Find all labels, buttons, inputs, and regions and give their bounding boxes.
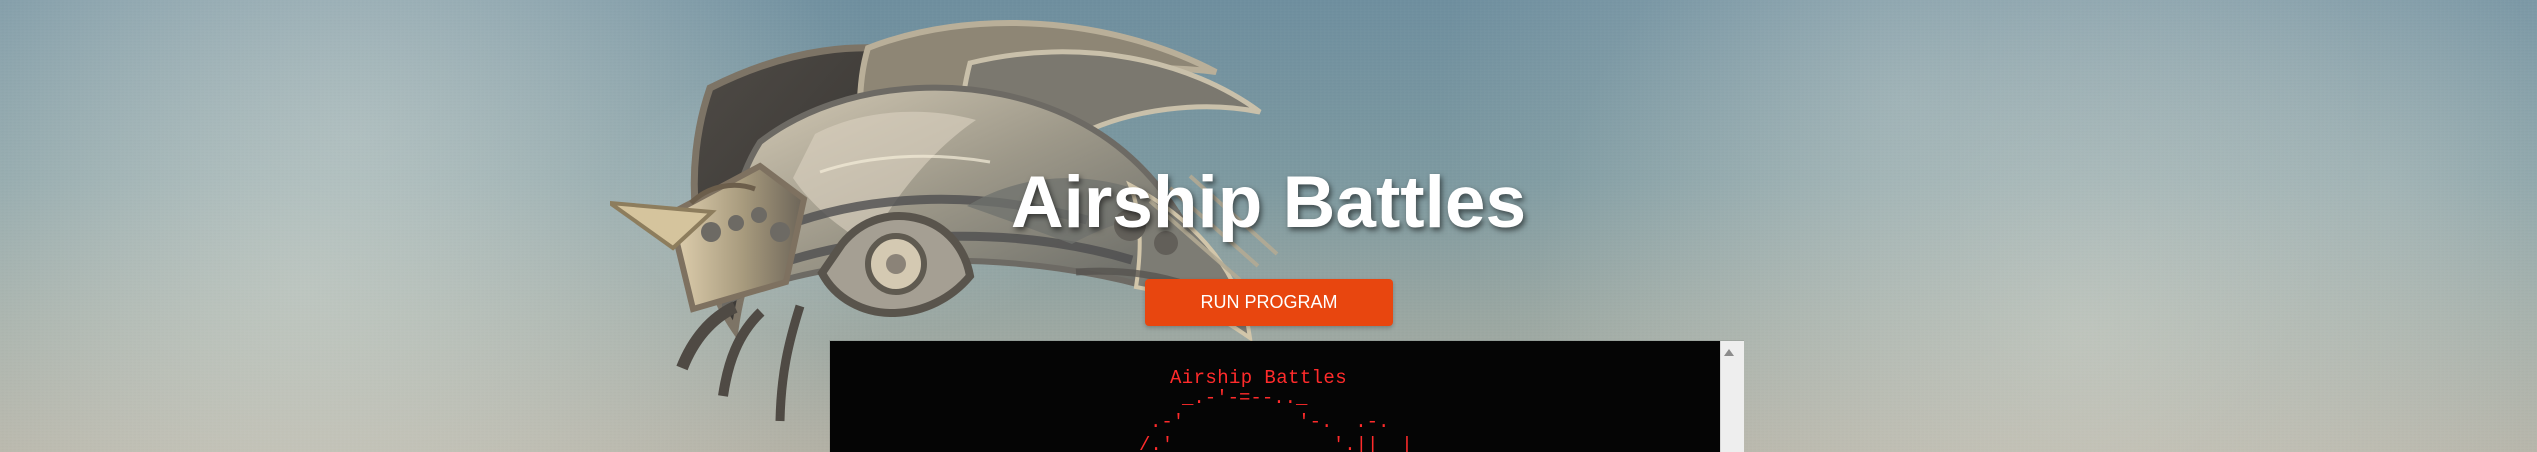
page-title: Airship Battles <box>1010 161 1527 243</box>
run-program-button[interactable]: RUN PROGRAM <box>1145 279 1393 326</box>
scroll-up-icon[interactable] <box>1724 349 1734 356</box>
terminal-ascii-line-1: _.-'-=--.._ <box>1182 387 1308 409</box>
terminal-ascii-line-3: /.' '.|| | <box>1139 434 1413 452</box>
terminal-ascii-line-2: .-' '-. .-. <box>1150 411 1390 433</box>
terminal-scrollbar[interactable] <box>1720 341 1744 452</box>
airship-battles-page: Airship Battles RUN PROGRAM Airship Batt… <box>0 0 2537 452</box>
terminal-program-title: Airship Battles <box>1170 367 1348 389</box>
